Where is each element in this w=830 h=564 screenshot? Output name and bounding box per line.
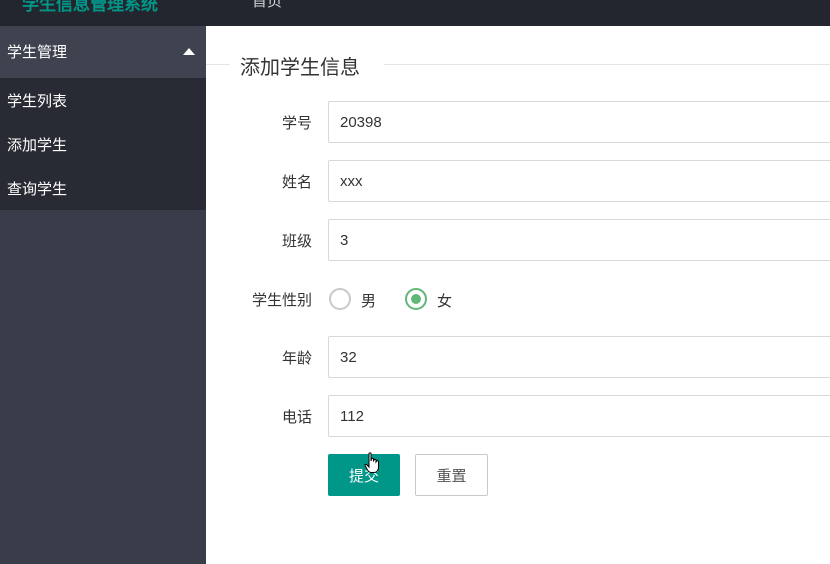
gender-label: 学生性别: [251, 291, 312, 309]
gender-option-male[interactable]: 男: [361, 290, 376, 311]
reset-button[interactable]: 重置: [415, 454, 488, 496]
class-label: 班级: [281, 232, 312, 250]
sidebar-group-title: 学生管理: [7, 43, 68, 61]
sidebar-submenu: 学生列表 添加学生 查询学生: [0, 78, 206, 210]
sidebar-item-student-list[interactable]: 学生列表: [0, 78, 206, 122]
main-content: 添加学生信息 学号 姓名 班级 学生性别 男 女 年龄 电话 提交 重置: [206, 26, 830, 564]
name-label: 姓名: [281, 173, 312, 191]
phone-input[interactable]: [328, 395, 830, 437]
app-title: 学生信息管理系统: [22, 0, 158, 15]
age-input[interactable]: [328, 336, 830, 378]
name-input[interactable]: [328, 160, 830, 202]
fieldset-divider: [206, 64, 230, 65]
hand-cursor-icon: [364, 452, 379, 473]
form-title: 添加学生信息: [240, 55, 360, 79]
class-input[interactable]: [328, 219, 830, 261]
top-nav-bar: 学生信息管理系统 首页: [0, 0, 830, 26]
sidebar-item-query-student[interactable]: 查询学生: [0, 166, 206, 210]
student-id-label: 学号: [281, 114, 312, 132]
age-label: 年龄: [281, 349, 312, 367]
sidebar-item-label: 添加学生: [7, 136, 68, 154]
gender-option-female[interactable]: 女: [437, 290, 452, 311]
fieldset-divider: [384, 64, 830, 65]
caret-up-icon: [183, 48, 195, 55]
sidebar-item-label: 学生列表: [7, 92, 68, 110]
phone-label: 电话: [281, 408, 312, 426]
sidebar-group-student-management[interactable]: 学生管理: [0, 26, 206, 78]
gender-radio-female[interactable]: [405, 288, 427, 310]
sidebar-item-add-student[interactable]: 添加学生: [0, 122, 206, 166]
sidebar-item-label: 查询学生: [7, 180, 68, 198]
gender-radio-male[interactable]: [329, 288, 351, 310]
nav-item-home[interactable]: 首页: [252, 0, 282, 11]
sidebar: 学生管理 学生列表 添加学生 查询学生: [0, 26, 206, 564]
student-id-input[interactable]: [328, 101, 830, 143]
